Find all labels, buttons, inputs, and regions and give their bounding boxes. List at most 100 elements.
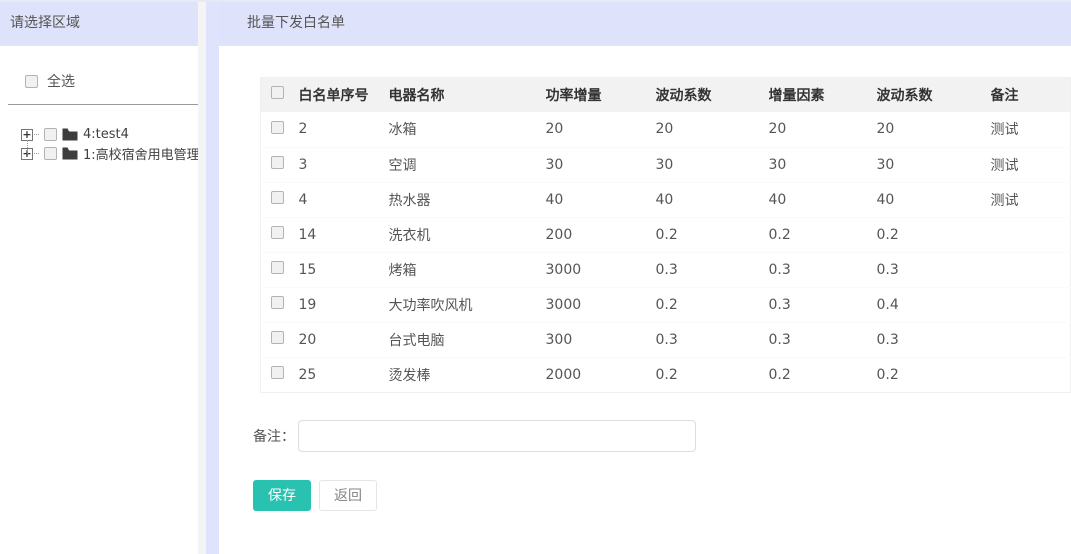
table-cell: 0.2 xyxy=(877,357,991,392)
tree-item-label[interactable]: 4:test4 xyxy=(83,127,129,142)
table-cell: 40 xyxy=(769,182,877,217)
region-tree: + 4:test4 + 1:高校宿舍用电管理 xyxy=(21,125,206,163)
sidebar-title: 请选择区域 xyxy=(0,0,206,46)
column-header: 白名单序号 xyxy=(299,77,389,112)
row-checkbox-cell xyxy=(261,357,299,392)
table-cell: 40 xyxy=(546,182,656,217)
table-cell: 烤箱 xyxy=(389,252,546,287)
expand-icon[interactable]: + xyxy=(21,129,33,141)
table-cell: 30 xyxy=(546,147,656,182)
table-cell: 19 xyxy=(299,287,389,322)
save-button[interactable]: 保存 xyxy=(253,480,311,511)
row-checkbox[interactable] xyxy=(271,156,284,169)
table-cell: 0.2 xyxy=(656,357,769,392)
table-cell: 4 xyxy=(299,182,389,217)
table-cell: 20 xyxy=(546,112,656,147)
table-cell: 300 xyxy=(546,322,656,357)
table-cell xyxy=(991,217,1071,252)
table-cell: 15 xyxy=(299,252,389,287)
row-checkbox-cell xyxy=(261,322,299,357)
tree-node-checkbox[interactable] xyxy=(44,147,57,160)
column-header: 波动系数 xyxy=(656,77,769,112)
tree-item-dorm-power[interactable]: + 1:高校宿舍用电管理 xyxy=(21,144,206,163)
table-cell: 20 xyxy=(299,322,389,357)
row-checkbox[interactable] xyxy=(271,226,284,239)
table-cell: 测试 xyxy=(991,112,1071,147)
select-all-row[interactable]: 全选 xyxy=(25,71,206,91)
row-checkbox-cell xyxy=(261,112,299,147)
row-checkbox[interactable] xyxy=(271,121,284,134)
column-header: 波动系数 xyxy=(877,77,991,112)
select-all-label: 全选 xyxy=(47,71,75,91)
remark-input[interactable] xyxy=(298,420,696,452)
row-checkbox[interactable] xyxy=(271,191,284,204)
table-cell xyxy=(991,252,1071,287)
table-cell: 0.3 xyxy=(877,322,991,357)
remark-label: 备注： xyxy=(253,426,295,446)
table-cell: 0.2 xyxy=(656,217,769,252)
table-cell: 25 xyxy=(299,357,389,392)
action-buttons: 保存 返回 xyxy=(253,480,1071,511)
table-row: 15烤箱30000.30.30.3 xyxy=(261,252,1071,287)
select-all-checkbox[interactable] xyxy=(25,75,38,88)
sidebar-divider xyxy=(8,104,198,105)
column-header: 功率增量 xyxy=(546,77,656,112)
tree-item-label[interactable]: 1:高校宿舍用电管理 xyxy=(83,144,200,163)
tree-item-test4[interactable]: + 4:test4 xyxy=(21,125,206,144)
remark-form-row: 备注： xyxy=(253,420,1071,452)
page-title: 批量下发白名单 xyxy=(219,0,1071,46)
table-row: 3空调30303030测试 xyxy=(261,147,1071,182)
header-checkbox[interactable] xyxy=(271,86,284,99)
row-checkbox[interactable] xyxy=(271,296,284,309)
column-header: 电器名称 xyxy=(389,77,546,112)
table-cell: 热水器 xyxy=(389,182,546,217)
table-cell: 40 xyxy=(877,182,991,217)
row-checkbox-cell xyxy=(261,287,299,322)
table-cell: 0.2 xyxy=(769,357,877,392)
table-cell: 3000 xyxy=(546,287,656,322)
table-cell xyxy=(991,357,1071,392)
table-cell: 2000 xyxy=(546,357,656,392)
table-cell: 20 xyxy=(656,112,769,147)
table-cell: 0.3 xyxy=(769,252,877,287)
table-cell: 200 xyxy=(546,217,656,252)
table-cell: 30 xyxy=(656,147,769,182)
whitelist-table: 白名单序号电器名称功率增量波动系数增量因素波动系数备注 2冰箱20202020测… xyxy=(260,77,1071,393)
whitelist-panel: 批量下发白名单 白名单序号电器名称功率增量波动系数增量因素波动系数备注 2冰箱2… xyxy=(219,0,1071,554)
table-row: 14洗衣机2000.20.20.2 xyxy=(261,217,1071,252)
table-cell: 20 xyxy=(877,112,991,147)
table-cell: 0.4 xyxy=(877,287,991,322)
table-row: 4热水器40404040测试 xyxy=(261,182,1071,217)
column-header: 增量因素 xyxy=(769,77,877,112)
table-cell: 烫发棒 xyxy=(389,357,546,392)
table-cell: 0.3 xyxy=(877,252,991,287)
table-cell: 0.2 xyxy=(769,217,877,252)
table-row: 2冰箱20202020测试 xyxy=(261,112,1071,147)
table-header-row: 白名单序号电器名称功率增量波动系数增量因素波动系数备注 xyxy=(261,77,1071,112)
row-checkbox[interactable] xyxy=(271,331,284,344)
sidebar-scrollbar[interactable] xyxy=(198,0,206,554)
folder-icon xyxy=(62,147,78,160)
tree-connector-line xyxy=(27,140,28,154)
folder-icon xyxy=(62,128,78,141)
table-cell: 洗衣机 xyxy=(389,217,546,252)
table-row: 20台式电脑3000.30.30.3 xyxy=(261,322,1071,357)
table-cell: 测试 xyxy=(991,182,1071,217)
table-row: 25烫发棒20000.20.20.2 xyxy=(261,357,1071,392)
table-cell: 冰箱 xyxy=(389,112,546,147)
table-row: 19大功率吹风机30000.20.30.4 xyxy=(261,287,1071,322)
tree-node-checkbox[interactable] xyxy=(44,128,57,141)
column-header: 备注 xyxy=(991,77,1071,112)
header-checkbox-cell xyxy=(261,77,299,112)
row-checkbox-cell xyxy=(261,252,299,287)
table-cell: 0.3 xyxy=(656,322,769,357)
table-cell: 14 xyxy=(299,217,389,252)
table-cell: 2 xyxy=(299,112,389,147)
table-cell: 测试 xyxy=(991,147,1071,182)
row-checkbox-cell xyxy=(261,147,299,182)
table-cell: 0.2 xyxy=(877,217,991,252)
table-cell: 0.3 xyxy=(769,322,877,357)
row-checkbox[interactable] xyxy=(271,366,284,379)
back-button[interactable]: 返回 xyxy=(319,480,377,511)
row-checkbox[interactable] xyxy=(271,261,284,274)
